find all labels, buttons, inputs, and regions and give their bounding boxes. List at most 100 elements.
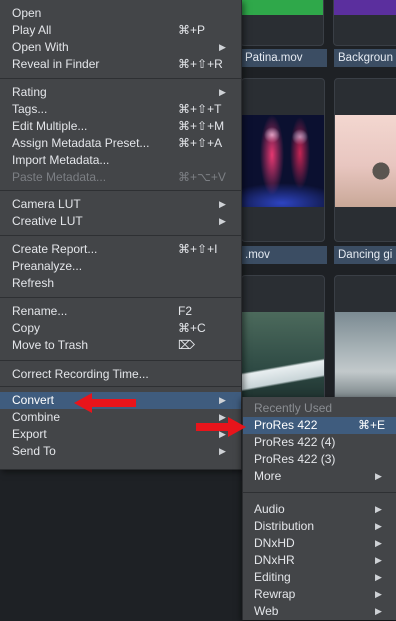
menu-item-open[interactable]: Open xyxy=(0,5,241,22)
menu-item-label: Export xyxy=(12,427,47,441)
submenu-item-label: ProRes 422 xyxy=(254,418,318,432)
menu-item-camera-lut[interactable]: Camera LUT ▶ xyxy=(0,196,241,213)
submenu-item-label: DNxHR xyxy=(254,553,295,567)
menu-item-shortcut: ⌘+C xyxy=(178,321,206,335)
menu-item-shortcut: F2 xyxy=(178,304,193,318)
submenu-item-label: Rewrap xyxy=(254,587,296,601)
menu-item-label: Copy xyxy=(12,321,41,335)
chevron-right-icon: ▶ xyxy=(375,555,382,565)
thumbnail-image xyxy=(335,115,396,207)
submenu-header: Recently Used xyxy=(243,400,396,417)
thumbnail-filename: Dancing gi xyxy=(334,246,396,264)
menu-item-reveal-in-finder[interactable]: Reveal in Finder ⌘+⇧+R xyxy=(0,56,241,73)
chevron-right-icon: ▶ xyxy=(219,199,226,209)
submenu-item-editing[interactable]: Editing ▶ xyxy=(243,569,396,586)
submenu-item-label: ProRes 422 (4) xyxy=(254,435,336,449)
submenu-item-label: Distribution xyxy=(254,519,315,533)
thumbnail-filename: Patina.mov xyxy=(241,49,327,67)
menu-item-label: Combine xyxy=(12,410,61,424)
submenu-item-audio[interactable]: Audio ▶ xyxy=(243,501,396,518)
chevron-right-icon: ▶ xyxy=(375,471,382,481)
chevron-right-icon: ▶ xyxy=(375,521,382,531)
menu-item-label: Camera LUT xyxy=(12,197,81,211)
thumbnail-tile[interactable] xyxy=(334,78,396,242)
submenu-item-prores-422-4[interactable]: ProRes 422 (4) xyxy=(243,434,396,451)
thumbnail-image xyxy=(335,312,396,408)
submenu-item-label: ProRes 422 (3) xyxy=(254,452,336,466)
submenu-item-distribution[interactable]: Distribution ▶ xyxy=(243,518,396,535)
chevron-right-icon: ▶ xyxy=(219,446,226,456)
chevron-right-icon: ▶ xyxy=(375,589,382,599)
chevron-right-icon: ▶ xyxy=(375,504,382,514)
menu-item-create-report[interactable]: Create Report... ⌘+⇧+I xyxy=(0,241,241,258)
menu-item-import-metadata[interactable]: Import Metadata... xyxy=(0,152,241,169)
chevron-right-icon: ▶ xyxy=(219,395,226,405)
chevron-right-icon: ▶ xyxy=(219,87,226,97)
menu-item-preanalyze[interactable]: Preanalyze... xyxy=(0,258,241,275)
thumbnail-image xyxy=(334,0,396,15)
menu-item-correct-recording-time[interactable]: Correct Recording Time... xyxy=(0,366,241,383)
thumbnail-tile[interactable] xyxy=(333,0,396,46)
chevron-right-icon: ▶ xyxy=(219,42,226,52)
menu-item-rename[interactable]: Rename... F2 xyxy=(0,303,241,320)
submenu-item-web[interactable]: Web ▶ xyxy=(243,603,396,620)
thumbnail-image xyxy=(242,115,324,207)
submenu-item-prores-422[interactable]: ProRes 422 ⌘+E xyxy=(243,417,396,434)
menu-item-rating[interactable]: Rating ▶ xyxy=(0,84,241,101)
submenu-item-label: DNxHD xyxy=(254,536,295,550)
submenu-item-rewrap[interactable]: Rewrap ▶ xyxy=(243,586,396,603)
thumbnail-filename: .mov xyxy=(241,246,327,264)
convert-submenu: Recently Used ProRes 422 ⌘+E ProRes 422 (4)… xyxy=(242,397,396,620)
menu-separator xyxy=(0,235,241,236)
menu-item-label: Edit Multiple... xyxy=(12,119,88,133)
menu-item-label: Import Metadata... xyxy=(12,153,110,167)
thumbnail-filename: Backgroun xyxy=(334,49,396,67)
menu-item-copy[interactable]: Copy ⌘+C xyxy=(0,320,241,337)
menu-separator xyxy=(0,190,241,191)
menu-item-move-to-trash[interactable]: Move to Trash ⌦ xyxy=(0,337,241,354)
menu-item-label: Correct Recording Time... xyxy=(12,367,149,381)
menu-item-label: Open With xyxy=(12,40,69,54)
menu-item-label: Play All xyxy=(12,23,52,37)
menu-item-shortcut: ⌘+⌥+V xyxy=(178,170,226,184)
submenu-item-prores-422-3[interactable]: ProRes 422 (3) xyxy=(243,451,396,468)
menu-separator xyxy=(0,297,241,298)
chevron-right-icon: ▶ xyxy=(219,216,226,226)
menu-item-play-all[interactable]: Play All ⌘+P xyxy=(0,22,241,39)
menu-item-shortcut: ⌘+⇧+T xyxy=(178,102,222,116)
menu-item-shortcut: ⌘+P xyxy=(178,23,206,37)
menu-item-label: Create Report... xyxy=(12,242,98,256)
submenu-item-label: More xyxy=(254,469,282,483)
thumbnail-tile[interactable] xyxy=(241,78,325,242)
menu-item-send-to[interactable]: Send To ▶ xyxy=(0,443,241,460)
menu-item-paste-metadata: Paste Metadata... ⌘+⌥+V xyxy=(0,169,241,186)
menu-item-label: Refresh xyxy=(12,276,55,290)
menu-item-label: Creative LUT xyxy=(12,214,83,228)
menu-separator xyxy=(0,78,241,79)
menu-item-assign-metadata-preset[interactable]: Assign Metadata Preset... ⌘+⇧+A xyxy=(0,135,241,152)
menu-item-label: Reveal in Finder xyxy=(12,57,100,71)
menu-item-open-with[interactable]: Open With ▶ xyxy=(0,39,241,56)
submenu-item-dnxhr[interactable]: DNxHR ▶ xyxy=(243,552,396,569)
menu-item-shortcut: ⌘+⇧+A xyxy=(178,136,223,150)
menu-item-edit-multiple[interactable]: Edit Multiple... ⌘+⇧+M xyxy=(0,118,241,135)
menu-item-creative-lut[interactable]: Creative LUT ▶ xyxy=(0,213,241,230)
menu-item-refresh[interactable]: Refresh xyxy=(0,275,241,292)
submenu-separator xyxy=(243,492,396,493)
submenu-item-more[interactable]: More ▶ xyxy=(243,468,396,485)
menu-separator xyxy=(0,360,241,361)
red-arrow-icon xyxy=(74,393,136,413)
menu-item-tags[interactable]: Tags... ⌘+⇧+T xyxy=(0,101,241,118)
thumbnail-tile[interactable] xyxy=(240,0,324,46)
menu-item-label: Preanalyze... xyxy=(12,259,83,273)
submenu-item-label: Web xyxy=(254,604,279,618)
chevron-right-icon: ▶ xyxy=(375,606,382,616)
thumbnail-image xyxy=(242,312,324,408)
submenu-item-dnxhd[interactable]: DNxHD ▶ xyxy=(243,535,396,552)
menu-item-label: Convert xyxy=(12,393,55,407)
menu-item-label: Rating xyxy=(12,85,47,99)
menu-item-label: Assign Metadata Preset... xyxy=(12,136,150,150)
menu-separator xyxy=(0,386,241,387)
chevron-right-icon: ▶ xyxy=(375,538,382,548)
menu-item-shortcut: ⌦ xyxy=(178,338,195,352)
